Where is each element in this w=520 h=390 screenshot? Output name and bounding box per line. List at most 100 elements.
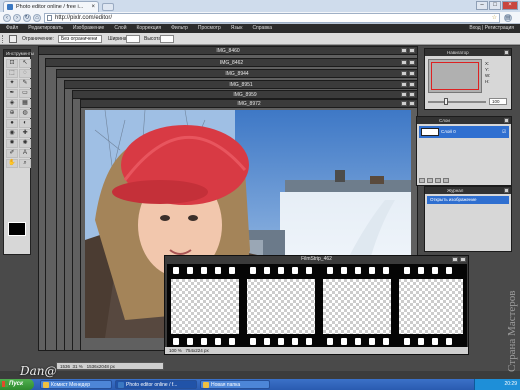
navigator-preview[interactable] bbox=[428, 59, 482, 93]
forward-icon[interactable]: › bbox=[13, 14, 21, 22]
maximize-doc-icon[interactable] bbox=[401, 101, 407, 106]
close-panel-icon[interactable] bbox=[504, 50, 509, 55]
lasso-icon[interactable]: ◌ bbox=[19, 69, 31, 78]
crop-icon[interactable]: ⊡ bbox=[6, 59, 18, 68]
zoom-icon[interactable]: ⌕ bbox=[19, 159, 31, 168]
maximize-doc-icon[interactable] bbox=[401, 60, 407, 65]
taskbar-label: Новая папка bbox=[211, 382, 241, 388]
foreground-color-swatch[interactable] bbox=[8, 222, 26, 236]
menu-filter[interactable]: Фильтр bbox=[171, 24, 188, 33]
tools-title: Инструменты bbox=[4, 50, 35, 57]
blur-icon[interactable]: ◍ bbox=[19, 109, 31, 118]
layer-mask-icon[interactable] bbox=[427, 178, 433, 183]
layer-actions bbox=[419, 178, 449, 183]
close-doc-icon[interactable] bbox=[460, 257, 466, 262]
delete-layer-icon[interactable] bbox=[443, 178, 449, 183]
filmstrip-image bbox=[167, 264, 467, 348]
filmstrip-window[interactable]: FilmStrip_462 100 % 754x224 px bbox=[164, 255, 469, 355]
document-title-4: IMG_8951 bbox=[65, 81, 417, 89]
redeye-icon[interactable]: ◉ bbox=[6, 129, 18, 138]
close-doc-icon[interactable] bbox=[409, 101, 415, 106]
dodge-icon[interactable]: ◐ bbox=[19, 119, 31, 128]
gradient-icon[interactable]: ▦ bbox=[19, 99, 31, 108]
maximize-doc-icon[interactable] bbox=[452, 257, 458, 262]
maximize-doc-icon[interactable] bbox=[401, 92, 407, 97]
page-menu-icon[interactable]: ▤ bbox=[504, 14, 512, 22]
menu-adjustment[interactable]: Коррекция bbox=[137, 24, 162, 33]
height-input[interactable] bbox=[160, 35, 174, 43]
taskbar-item-commander[interactable]: Комист Менедер bbox=[40, 380, 112, 389]
maximize-button[interactable]: □ bbox=[489, 1, 501, 10]
bucket-icon[interactable]: ◈ bbox=[6, 99, 18, 108]
document-title-text: IMG_8972 bbox=[237, 101, 261, 107]
hand-icon[interactable]: ✋ bbox=[6, 159, 18, 168]
stamp-icon[interactable]: ⊕ bbox=[6, 109, 18, 118]
app-menubar: Файл Редактировать Изображение Слой Коррекци… bbox=[0, 24, 520, 33]
pinch-icon[interactable]: ✺ bbox=[19, 139, 31, 148]
close-panel-icon[interactable] bbox=[504, 118, 509, 123]
home-icon[interactable]: ⌂ bbox=[33, 14, 41, 22]
close-panel-icon[interactable] bbox=[504, 188, 509, 193]
back-icon[interactable]: ‹ bbox=[3, 14, 11, 22]
new-tab-button[interactable] bbox=[102, 3, 114, 11]
taskbar-item-browser[interactable]: Photo editor online / f... bbox=[115, 380, 197, 389]
history-item[interactable]: Открыть изображение bbox=[427, 196, 509, 204]
wand-icon[interactable]: ✦ bbox=[6, 79, 18, 88]
zoom-slider[interactable] bbox=[428, 98, 486, 105]
eraser-icon[interactable]: ▭ bbox=[19, 89, 31, 98]
navigator-viewport-frame[interactable] bbox=[431, 62, 479, 90]
menu-language[interactable]: Язык bbox=[231, 24, 243, 33]
pencil-icon[interactable]: ✎ bbox=[19, 79, 31, 88]
address-bar[interactable]: http://pixlr.com/editor/ ☆ bbox=[44, 13, 500, 23]
menu-help[interactable]: Справка bbox=[252, 24, 272, 33]
menu-image[interactable]: Изображение bbox=[73, 24, 105, 33]
browser-tab[interactable]: Photo editor online / free i... × bbox=[3, 1, 99, 12]
zoom-slider-handle[interactable] bbox=[444, 98, 448, 105]
filmstrip-zoom[interactable]: 100 bbox=[169, 348, 177, 353]
menu-file[interactable]: Файл bbox=[6, 24, 18, 33]
new-layer-icon[interactable] bbox=[435, 178, 441, 183]
menu-view[interactable]: Просмотр bbox=[198, 24, 221, 33]
close-doc-icon[interactable] bbox=[409, 60, 415, 65]
clock: 20:29 bbox=[504, 381, 517, 387]
brush-icon[interactable]: ✒ bbox=[6, 89, 18, 98]
menu-layer[interactable]: Слой bbox=[114, 24, 126, 33]
account-links[interactable]: Вход | Регистрация bbox=[469, 24, 514, 33]
text-icon[interactable]: A bbox=[19, 149, 31, 158]
start-button[interactable]: Пуск bbox=[0, 379, 34, 390]
document-title-text: IMG_8944 bbox=[225, 71, 249, 77]
layer-row[interactable]: Слой 0 ☑ bbox=[419, 126, 509, 138]
move-icon[interactable]: ↖ bbox=[19, 59, 31, 68]
spot-heal-icon[interactable]: ✚ bbox=[19, 129, 31, 138]
bookmark-star-icon[interactable]: ☆ bbox=[492, 14, 497, 22]
layer-settings-icon[interactable] bbox=[419, 178, 425, 183]
menu-edit[interactable]: Редактировать bbox=[28, 24, 63, 33]
marquee-icon[interactable]: ⬚ bbox=[6, 69, 18, 78]
sponge-icon[interactable]: ● bbox=[6, 119, 18, 128]
minimize-button[interactable]: – bbox=[476, 1, 488, 10]
doc-zoom[interactable]: 31 bbox=[73, 364, 78, 369]
maximize-doc-icon[interactable] bbox=[401, 48, 407, 53]
layers-panel: Слои Слой 0 ☑ bbox=[416, 116, 512, 186]
width-input[interactable] bbox=[126, 35, 140, 43]
close-doc-icon[interactable] bbox=[409, 82, 415, 87]
window-close-button[interactable]: × bbox=[502, 1, 518, 10]
maximize-doc-icon[interactable] bbox=[401, 82, 407, 87]
zoom-input[interactable]: 100 bbox=[489, 98, 507, 105]
taskbar-item-folder[interactable]: Новая папка bbox=[200, 380, 270, 389]
colorpicker-icon[interactable]: ✐ bbox=[6, 149, 18, 158]
restriction-select[interactable]: Без ограничени bbox=[58, 35, 102, 43]
system-tray: 20:29 bbox=[474, 379, 520, 390]
document-title-text: IMG_8959 bbox=[233, 92, 257, 98]
close-doc-icon[interactable] bbox=[409, 71, 415, 76]
grip-handle[interactable] bbox=[2, 35, 6, 43]
close-doc-icon[interactable] bbox=[409, 48, 415, 53]
bloat-icon[interactable]: ✸ bbox=[6, 139, 18, 148]
maximize-doc-icon[interactable] bbox=[401, 71, 407, 76]
close-doc-icon[interactable] bbox=[409, 92, 415, 97]
document-title-2: IMG_8462 bbox=[46, 59, 417, 67]
reload-icon[interactable]: ↻ bbox=[23, 14, 31, 22]
close-tab-icon[interactable]: × bbox=[91, 2, 95, 12]
layer-visible-checkbox[interactable]: ☑ bbox=[502, 126, 506, 138]
filmstrip-canvas[interactable] bbox=[167, 264, 467, 348]
